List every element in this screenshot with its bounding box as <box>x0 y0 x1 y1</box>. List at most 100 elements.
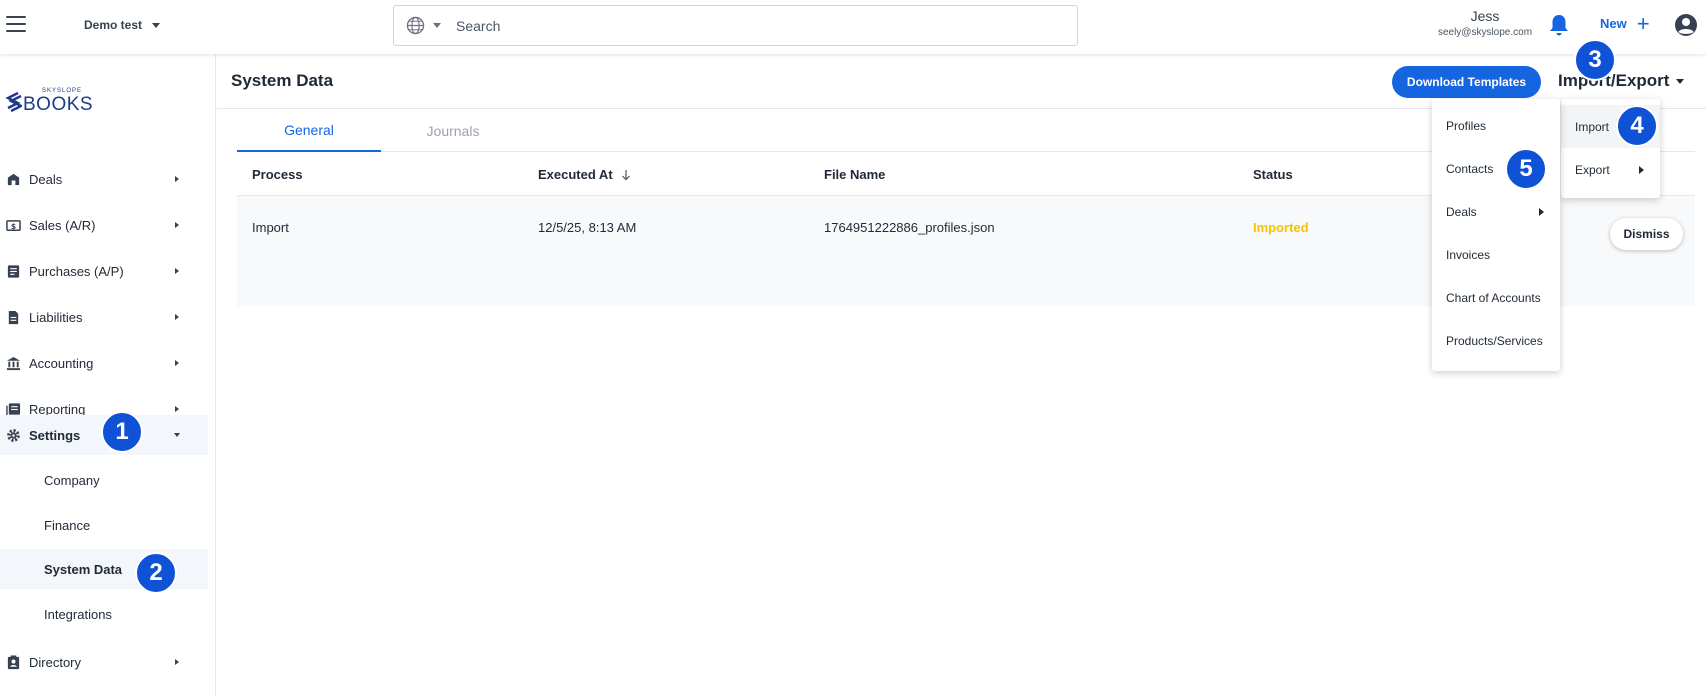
sidebar-subitem-finance[interactable]: Finance <box>0 505 208 545</box>
step-badge-1: 1 <box>101 411 143 453</box>
sidebar-subitem-label: Integrations <box>44 606 112 622</box>
step-badge-2: 2 <box>135 552 177 594</box>
menu-item-label: Contacts <box>1446 161 1494 176</box>
step-badge-3: 3 <box>1574 39 1616 81</box>
import-export-button[interactable]: Import/Export <box>1558 71 1685 91</box>
globe-icon[interactable] <box>406 16 425 35</box>
sidebar-item-label: Deals <box>29 171 63 187</box>
sidebar-subitem-label: Finance <box>44 517 91 533</box>
step-badge-4: 4 <box>1616 105 1658 147</box>
sidebar-item-label: Sales (A/R) <box>29 217 96 233</box>
sidebar-item-label: Accounting <box>29 355 94 371</box>
chevron-right-icon <box>175 406 179 412</box>
chevron-down-icon <box>174 433 180 437</box>
menu-item-invoices[interactable]: Invoices <box>1432 233 1560 276</box>
dismiss-button[interactable]: Dismiss <box>1610 218 1683 250</box>
step-badge-5: 5 <box>1505 148 1547 190</box>
menu-item-deals[interactable]: Deals <box>1432 190 1560 233</box>
sidebar-subitem-system-data[interactable]: System Data <box>0 549 208 589</box>
top-bar: Demo test Jess seely@skyslope.com New + <box>0 0 1706 54</box>
import-submenu: Profiles Contacts Deals Invoices Chart o… <box>1432 99 1560 371</box>
gear-icon <box>7 428 20 442</box>
chevron-right-icon <box>175 360 179 366</box>
new-button[interactable]: New + <box>1600 10 1650 36</box>
sidebar-item-liabilities[interactable]: Liabilities <box>0 297 208 337</box>
workspace-selector[interactable]: Demo test <box>84 18 161 32</box>
sidebar-item-label: Purchases (A/P) <box>29 263 124 279</box>
new-label: New <box>1600 16 1627 31</box>
sidebar-item-accounting[interactable]: Accounting <box>0 343 208 383</box>
logo-brand-text: BOOKS <box>23 94 94 115</box>
menu-item-label: Profiles <box>1446 118 1487 133</box>
cell-process: Import <box>252 220 289 235</box>
menu-item-profiles[interactable]: Profiles <box>1432 104 1560 147</box>
column-header-label: Status <box>1253 167 1293 182</box>
tab-general[interactable]: General <box>237 109 381 152</box>
column-header-label: File Name <box>824 167 886 182</box>
menu-item-chart-of-accounts[interactable]: Chart of Accounts <box>1432 276 1560 319</box>
chevron-down-icon <box>1676 78 1685 84</box>
download-templates-button[interactable]: Download Templates <box>1392 66 1541 98</box>
chevron-right-icon <box>175 314 179 320</box>
document-icon <box>8 310 19 324</box>
import-export-label: Import/Export <box>1558 71 1670 90</box>
plus-icon: + <box>1636 10 1650 36</box>
user-email: seely@skyslope.com <box>1437 27 1533 38</box>
dollar-bill-icon: $ <box>6 219 21 231</box>
receipt-icon <box>7 264 20 278</box>
workspace-name: Demo test <box>84 18 143 32</box>
user-name: Jess <box>1470 8 1500 24</box>
user-info[interactable]: Jess seely@skyslope.com <box>1410 8 1560 38</box>
cell-executed-at: 12/5/25, 8:13 AM <box>538 220 637 235</box>
chevron-right-icon <box>175 176 179 182</box>
sort-arrow-down-icon <box>621 169 630 180</box>
sidebar-subitem-label: System Data <box>44 561 123 577</box>
column-header-label: Executed At <box>538 167 613 182</box>
menu-item-label: Import <box>1575 119 1610 134</box>
chevron-right-icon <box>1539 207 1544 216</box>
menu-item-label: Chart of Accounts <box>1446 290 1541 305</box>
tab-journals[interactable]: Journals <box>381 109 525 152</box>
skyslope-logo-icon <box>5 91 22 113</box>
menu-item-export[interactable]: Export <box>1561 148 1660 191</box>
sidebar-item-label: Liabilities <box>29 309 83 325</box>
chevron-right-icon <box>1639 165 1644 174</box>
sidebar-item-label: Settings <box>29 427 81 443</box>
column-header-label: Process <box>252 167 303 182</box>
contacts-icon <box>7 654 20 669</box>
sidebar-item-purchases[interactable]: Purchases (A/P) <box>0 251 208 291</box>
search-scope-caret-icon[interactable] <box>433 23 441 28</box>
sidebar-item-deals[interactable]: Deals <box>0 159 208 199</box>
account-circle-icon[interactable] <box>1674 13 1698 37</box>
sidebar: SKYSLOPE BOOKS Deals $ Sales (A/R) Purch… <box>0 54 216 696</box>
column-header-executed-at[interactable]: Executed At <box>538 167 631 182</box>
chevron-right-icon <box>175 222 179 228</box>
menu-item-label: Deals <box>1446 204 1477 219</box>
chevron-right-icon <box>175 659 179 665</box>
bell-icon[interactable] <box>1548 13 1570 37</box>
cell-file-name: 1764951222886_profiles.json <box>824 220 995 235</box>
column-header-status[interactable]: Status <box>1253 167 1293 182</box>
sidebar-subitem-label: Company <box>44 472 100 488</box>
hamburger-menu-icon[interactable] <box>6 16 26 32</box>
store-icon <box>7 173 20 185</box>
search-input[interactable] <box>456 17 1016 34</box>
sidebar-item-sales[interactable]: $ Sales (A/R) <box>0 205 208 245</box>
column-header-process[interactable]: Process <box>252 167 303 182</box>
sidebar-item-label: Directory <box>29 654 82 670</box>
chevron-right-icon <box>175 268 179 274</box>
sidebar-item-directory[interactable]: Directory <box>0 642 208 682</box>
sidebar-subitem-integrations[interactable]: Integrations <box>0 594 208 634</box>
menu-item-label: Export <box>1575 162 1610 177</box>
chevron-down-icon <box>152 22 161 28</box>
column-header-file-name[interactable]: File Name <box>824 167 885 182</box>
menu-item-label: Invoices <box>1446 247 1491 262</box>
menu-item-label: Products/Services <box>1446 333 1543 348</box>
search-bar <box>393 5 1078 46</box>
menu-item-products-services[interactable]: Products/Services <box>1432 319 1560 362</box>
sidebar-subitem-company[interactable]: Company <box>0 460 208 500</box>
page-title: System Data <box>231 71 334 90</box>
bank-icon <box>6 356 21 370</box>
svg-text:$: $ <box>11 221 16 230</box>
status-badge: Imported <box>1253 220 1309 235</box>
